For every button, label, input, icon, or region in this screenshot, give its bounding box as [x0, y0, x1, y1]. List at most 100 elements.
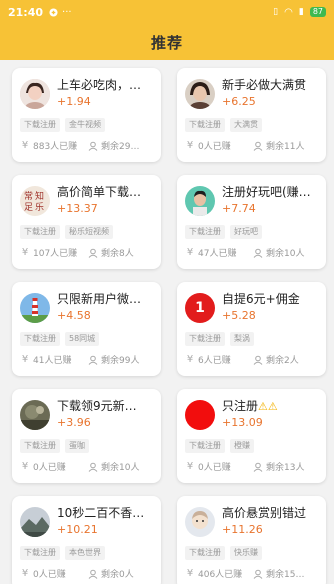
earned-count: 0人已赚 [198, 463, 231, 473]
yen-icon: ¥ [21, 140, 29, 151]
task-tag: 下载注册 [185, 546, 225, 560]
earned-count: 0人已赚 [33, 463, 66, 473]
task-title: 只注册 [222, 399, 259, 413]
user-icon [253, 569, 263, 579]
task-reward: +11.26 [222, 523, 263, 536]
svg-text:知: 知 [35, 190, 44, 202]
vibrate-icon: ▯ [273, 7, 279, 17]
remaining-count: 剩余13人 [266, 463, 305, 473]
task-title: 高价悬赏别错过 [222, 506, 307, 520]
yen-icon: ¥ [21, 568, 29, 579]
task-title: 高价简单下载… [57, 185, 142, 199]
task-card[interactable]: 下载领9元新… +3.96 下载注册 蛋咖 ¥0人已赚 剩余10人 [12, 389, 161, 483]
notification-icons: ··· [49, 7, 72, 18]
task-tag: 下载注册 [20, 225, 60, 239]
task-tag: 橙赚 [230, 439, 254, 453]
earned-count: 0人已赚 [33, 570, 66, 580]
calligraphy-avatar-icon: 常知足乐 [20, 186, 50, 216]
task-reward: +13.09 [222, 416, 263, 429]
red-circle-avatar-icon [185, 400, 215, 430]
task-tag: 好玩吧 [230, 225, 262, 239]
svg-text:常: 常 [24, 190, 33, 202]
yen-icon: ¥ [21, 461, 29, 472]
task-card[interactable]: 高价悬赏别错过 +11.26 下载注册 快乐赚 ¥406人已赚 剩余15… [177, 496, 326, 584]
task-title-row: 只注册⚠⚠ [222, 399, 318, 414]
cartoon-avatar-icon [185, 507, 215, 537]
svg-text:足: 足 [24, 202, 33, 213]
task-card[interactable]: 只限新用户微… +4.58 下载注册 58同城 ¥41人已赚 剩余99人 [12, 282, 161, 376]
task-tag: 下载注册 [20, 439, 60, 453]
task-tag: 金牛视频 [65, 118, 105, 132]
yen-icon: ¥ [21, 247, 29, 258]
task-tag: 下载注册 [185, 439, 225, 453]
status-right: ▯ ◠ ▮ 87 [273, 7, 326, 18]
task-tag: 下载注册 [185, 118, 225, 132]
task-card[interactable]: 新手必做大满贯 +6.25 下载注册 大满贯 ¥0人已赚 剩余11人 [177, 68, 326, 162]
remaining-count: 剩余8人 [101, 249, 134, 259]
svg-text:乐: 乐 [35, 201, 44, 213]
yen-icon: ¥ [21, 354, 29, 365]
remaining-count: 剩余29… [101, 142, 140, 152]
task-card[interactable]: 10秒二百不香… +10.21 下载注册 本色世界 ¥0人已赚 剩余0人 [12, 496, 161, 584]
earned-count: 0人已赚 [198, 142, 231, 152]
task-grid: 上车必吃肉，… +1.94 下载注册 金牛视频 ¥883人已赚 剩余29… 新手… [0, 60, 334, 584]
yen-icon: ¥ [186, 354, 194, 365]
landscape-avatar-icon [20, 400, 50, 430]
task-tag: 梨涡 [230, 332, 254, 346]
user-icon [88, 355, 98, 365]
more-dots-icon: ··· [62, 6, 72, 18]
task-card[interactable]: 只注册⚠⚠ +13.09 下载注册 橙赚 ¥0人已赚 剩余13人 [177, 389, 326, 483]
remaining-count: 剩余11人 [266, 142, 305, 152]
task-reward: +4.58 [57, 309, 91, 322]
signal-icon: ▮ [298, 7, 304, 17]
task-tag: 秘乐短视频 [65, 225, 113, 239]
remaining-count: 剩余15… [266, 570, 305, 580]
task-reward: +5.28 [222, 309, 256, 322]
task-title: 上车必吃肉，… [57, 78, 142, 92]
lighthouse-avatar-icon [20, 293, 50, 323]
task-tag: 下载注册 [185, 332, 225, 346]
user-icon [88, 141, 98, 151]
user-icon [88, 248, 98, 258]
task-title: 10秒二百不香… [57, 506, 145, 520]
task-tag: 下载注册 [185, 225, 225, 239]
yen-icon: ¥ [186, 461, 194, 472]
remaining-count: 剩余0人 [101, 570, 134, 580]
user-icon [253, 355, 263, 365]
red-badge-avatar-icon: 1 [185, 293, 215, 323]
task-tag: 下载注册 [20, 118, 60, 132]
girl-avatar-icon [20, 79, 50, 109]
status-bar: 21:40 ··· ▯ ◠ ▮ 87 [0, 0, 334, 24]
avatar-badge-number: 1 [195, 300, 205, 316]
user-icon [253, 141, 263, 151]
earned-count: 883人已赚 [33, 142, 78, 152]
task-title: 只限新用户微… [57, 292, 142, 306]
task-card[interactable]: 常知足乐 高价简单下载… +13.37 下载注册 秘乐短视频 ¥107人已赚 剩… [12, 175, 161, 269]
task-card[interactable]: 注册好玩吧(赚… +7.74 下载注册 好玩吧 ¥47人已赚 剩余10人 [177, 175, 326, 269]
task-title: 下载领9元新… [57, 399, 137, 413]
task-reward: +7.74 [222, 202, 256, 215]
task-tag: 大满贯 [230, 118, 262, 132]
yen-icon: ¥ [186, 568, 194, 579]
task-tag: 下载注册 [20, 332, 60, 346]
wifi-icon: ◠ [284, 6, 293, 18]
yen-icon: ¥ [186, 247, 194, 258]
task-reward: +13.37 [57, 202, 98, 215]
user-icon [88, 569, 98, 579]
task-tag: 本色世界 [65, 546, 105, 560]
task-card[interactable]: 1 自提6元+佣金 +5.28 下载注册 梨涡 ¥6人已赚 剩余2人 [177, 282, 326, 376]
task-card[interactable]: 上车必吃肉，… +1.94 下载注册 金牛视频 ¥883人已赚 剩余29… [12, 68, 161, 162]
earned-count: 41人已赚 [33, 356, 72, 366]
page-title: 推荐 [150, 33, 183, 52]
earned-count: 107人已赚 [33, 249, 78, 259]
task-reward: +6.25 [222, 95, 256, 108]
task-title: 自提6元+佣金 [222, 292, 300, 306]
mountain-avatar-icon [20, 507, 50, 537]
user-icon [253, 462, 263, 472]
person-avatar-icon [185, 186, 215, 216]
app-bar: 推荐 [0, 24, 334, 60]
user-icon [88, 462, 98, 472]
yen-icon: ¥ [186, 140, 194, 151]
warning-icon: ⚠⚠ [258, 400, 278, 413]
task-title: 注册好玩吧(赚… [222, 185, 311, 199]
